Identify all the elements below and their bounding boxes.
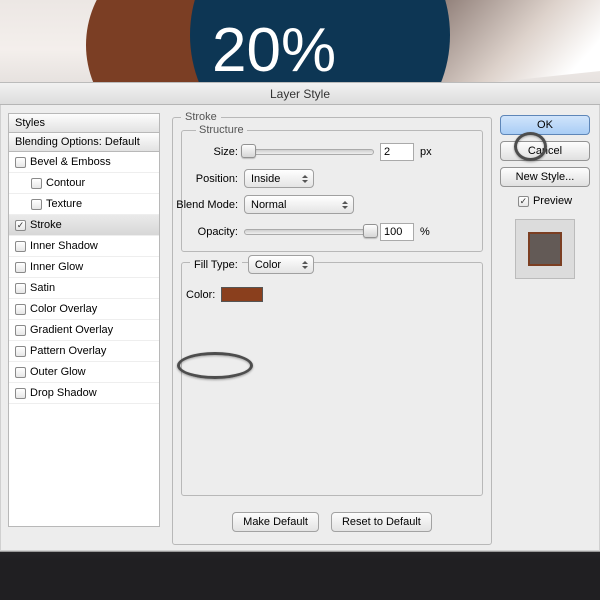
style-row-label: Outer Glow <box>30 362 86 383</box>
style-checkbox[interactable] <box>15 346 26 357</box>
preview-label: Preview <box>533 195 572 207</box>
style-checkbox[interactable] <box>15 325 26 336</box>
blend-mode-label: Blend Mode: <box>170 199 238 211</box>
style-row-label: Bevel & Emboss <box>30 152 111 173</box>
opacity-input[interactable] <box>380 223 414 241</box>
opacity-slider[interactable] <box>244 229 374 235</box>
background-canvas: 20% Layer Style Styles Blending Options:… <box>0 0 600 600</box>
style-row-label: Texture <box>46 194 82 215</box>
fill-group: Fill Type: Color Color: <box>181 262 483 496</box>
style-checkbox[interactable] <box>15 262 26 273</box>
style-row-inner-shadow[interactable]: Inner Shadow <box>9 236 159 257</box>
style-row-color-overlay[interactable]: Color Overlay <box>9 299 159 320</box>
reset-default-button[interactable]: Reset to Default <box>331 512 432 532</box>
dialog-title: Layer Style <box>0 83 600 105</box>
opacity-unit: % <box>420 226 430 238</box>
preview-toggle[interactable]: ✓ Preview <box>500 195 590 207</box>
style-checkbox[interactable] <box>15 304 26 315</box>
size-slider[interactable] <box>244 149 374 155</box>
color-label: Color: <box>186 289 215 301</box>
style-row-label: Stroke <box>30 215 62 236</box>
styles-column: Styles Blending Options: Default Bevel &… <box>8 113 160 527</box>
make-default-button[interactable]: Make Default <box>232 512 319 532</box>
style-row-stroke[interactable]: ✓ Stroke <box>9 215 159 236</box>
style-row-label: Drop Shadow <box>30 383 97 404</box>
style-checkbox[interactable]: ✓ <box>15 220 26 231</box>
style-checkbox[interactable] <box>15 283 26 294</box>
style-row-label: Pattern Overlay <box>30 341 106 362</box>
style-row-label: Inner Glow <box>30 257 83 278</box>
style-row-label: Inner Shadow <box>30 236 98 257</box>
fill-type-label: Fill Type: <box>190 259 242 271</box>
style-row-satin[interactable]: Satin <box>9 278 159 299</box>
blend-mode-select[interactable]: Normal <box>244 195 354 214</box>
style-row-label: Color Overlay <box>30 299 97 320</box>
style-row-bevel-emboss[interactable]: Bevel & Emboss <box>9 152 159 173</box>
opacity-slider-thumb[interactable] <box>363 224 378 238</box>
style-checkbox[interactable] <box>15 367 26 378</box>
stroke-group: Stroke Structure Size: px Position: <box>172 117 492 545</box>
ok-button[interactable]: OK <box>500 115 590 135</box>
stroke-group-label: Stroke <box>181 111 221 123</box>
style-checkbox[interactable] <box>31 178 42 189</box>
size-input[interactable] <box>380 143 414 161</box>
style-checkbox[interactable] <box>15 241 26 252</box>
style-row-pattern-overlay[interactable]: Pattern Overlay <box>9 341 159 362</box>
style-row-label: Gradient Overlay <box>30 320 113 341</box>
structure-label: Structure <box>196 124 247 136</box>
layer-style-dialog: Layer Style Styles Blending Options: Def… <box>0 82 600 552</box>
style-row-drop-shadow[interactable]: Drop Shadow <box>9 383 159 404</box>
opacity-label: Opacity: <box>182 226 238 238</box>
color-swatch[interactable] <box>221 287 263 302</box>
style-row-texture[interactable]: Texture <box>9 194 159 215</box>
new-style-button[interactable]: New Style... <box>500 167 590 187</box>
style-row-outer-glow[interactable]: Outer Glow <box>9 362 159 383</box>
style-checkbox[interactable] <box>15 388 26 399</box>
bg-percent-text: 20% <box>212 15 336 86</box>
blending-options-header[interactable]: Blending Options: Default <box>8 132 160 151</box>
style-checkbox[interactable] <box>31 199 42 210</box>
cancel-button[interactable]: Cancel <box>500 141 590 161</box>
position-label: Position: <box>182 173 238 185</box>
style-row-label: Contour <box>46 173 85 194</box>
size-unit: px <box>420 146 432 158</box>
styles-header[interactable]: Styles <box>8 113 160 132</box>
fill-type-select[interactable]: Color <box>248 255 314 274</box>
position-select[interactable]: Inside <box>244 169 314 188</box>
style-row-gradient-overlay[interactable]: Gradient Overlay <box>9 320 159 341</box>
style-row-inner-glow[interactable]: Inner Glow <box>9 257 159 278</box>
preview-thumbnail <box>515 219 575 279</box>
style-list: Bevel & EmbossContourTexture✓StrokeInner… <box>8 151 160 527</box>
style-row-label: Satin <box>30 278 55 299</box>
dialog-buttons: OK Cancel New Style... ✓ Preview <box>500 115 590 279</box>
size-label: Size: <box>182 146 238 158</box>
preview-checkbox[interactable]: ✓ <box>518 196 529 207</box>
size-slider-thumb[interactable] <box>241 144 256 158</box>
style-row-contour[interactable]: Contour <box>9 173 159 194</box>
structure-group: Structure Size: px Position: Inside <box>181 130 483 252</box>
style-checkbox[interactable] <box>15 157 26 168</box>
